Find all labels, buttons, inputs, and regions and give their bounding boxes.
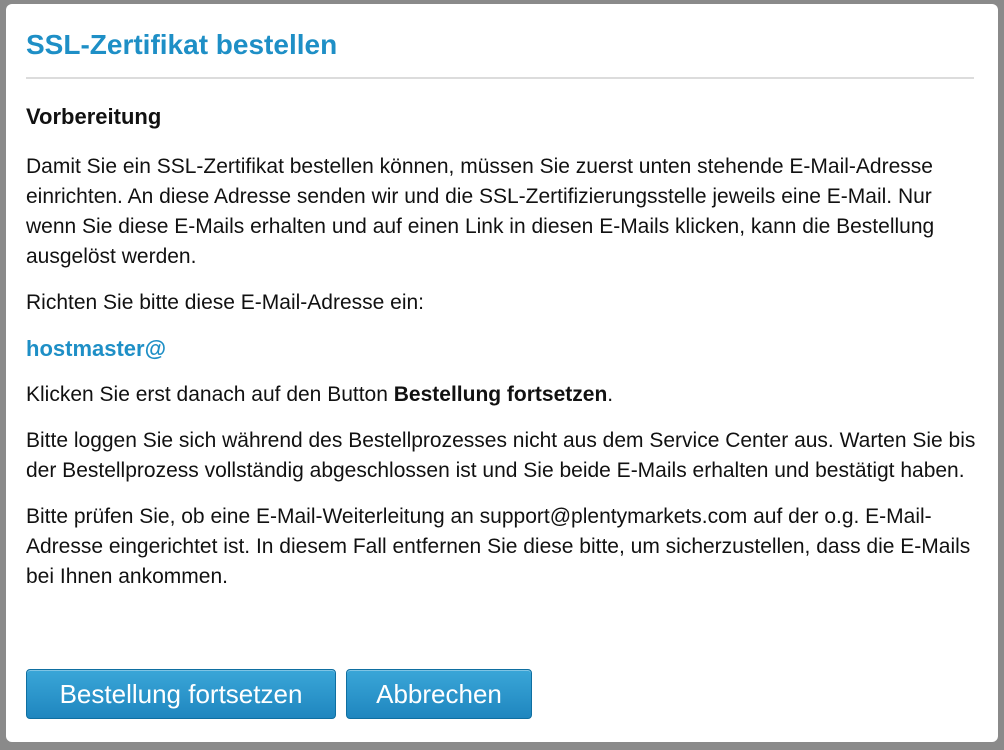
continue-order-button[interactable]: Bestellung fortsetzen	[26, 669, 336, 719]
button-row: Bestellung fortsetzen Abbrechen	[26, 669, 532, 719]
setup-instruction: Richten Sie bitte diese E-Mail-Adresse e…	[26, 291, 425, 314]
title-divider	[26, 77, 974, 79]
ssl-order-dialog: SSL-Zertifikat bestellen Vorbereitung Da…	[6, 4, 998, 742]
section-heading: Vorbereitung	[26, 104, 162, 129]
forwarding-paragraph: Bitte prüfen Sie, ob eine E-Mail-Weiterl…	[26, 505, 971, 588]
click-instruction-suffix: .	[607, 383, 614, 406]
click-instruction-button-name: Bestellung fortsetzen	[393, 383, 608, 406]
dialog-content: Vorbereitung Damit Sie ein SSL-Zertifika…	[26, 100, 976, 608]
click-instruction: Klicken Sie erst danach auf den Button B…	[26, 380, 976, 410]
cancel-button[interactable]: Abbrechen	[346, 669, 532, 719]
stay-logged-in-paragraph: Bitte loggen Sie sich während des Bestel…	[26, 429, 976, 482]
dialog-title: SSL-Zertifikat bestellen	[26, 29, 338, 60]
intro-paragraph: Damit Sie ein SSL-Zertifikat bestellen k…	[26, 155, 935, 268]
click-instruction-prefix: Klicken Sie erst danach auf den Button	[26, 383, 394, 406]
email-address: hostmaster@	[26, 336, 167, 361]
